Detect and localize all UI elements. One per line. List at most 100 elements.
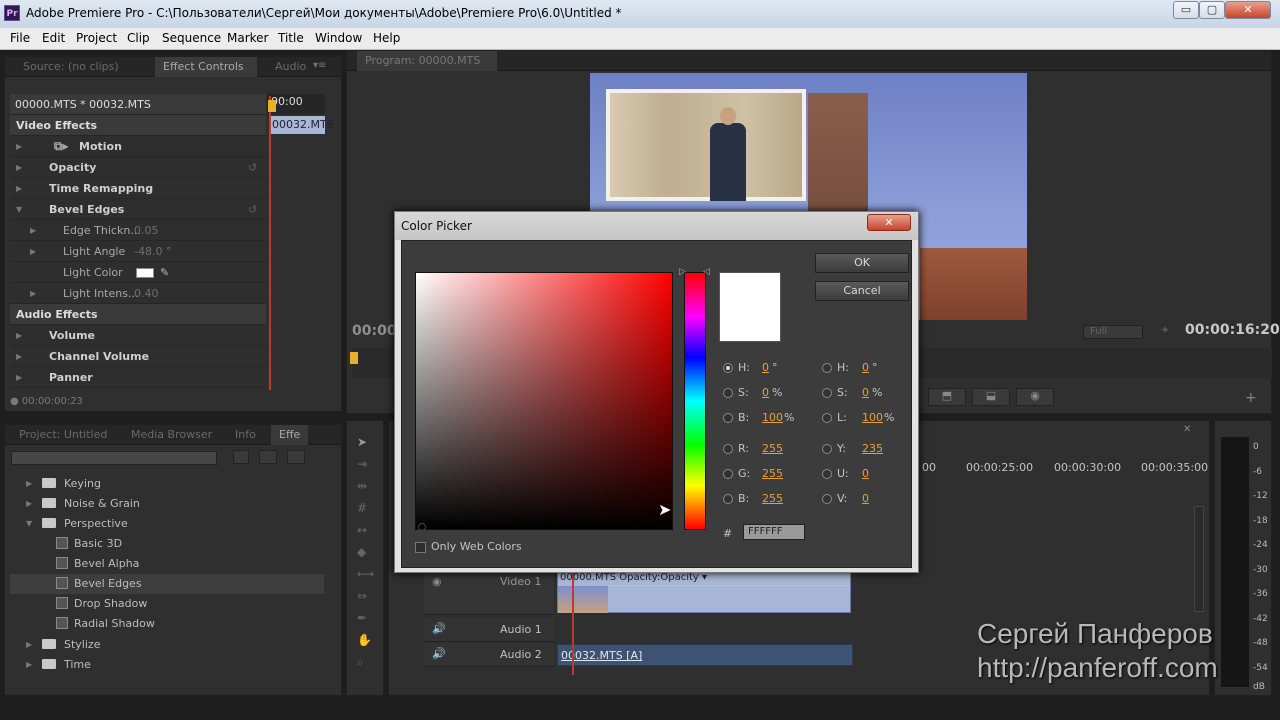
effect-item-drop-shadow[interactable]: Drop Shadow: [10, 594, 324, 614]
expand-triangle-icon[interactable]: ▶: [26, 474, 32, 494]
folder-noise-grain[interactable]: ▶ Noise & Grain: [10, 494, 324, 514]
hsb-b-value[interactable]: 100: [762, 411, 783, 424]
menu-clip[interactable]: Clip: [127, 31, 150, 45]
light-color-swatch[interactable]: [136, 268, 154, 278]
expand-triangle-icon[interactable]: ▶: [16, 346, 22, 367]
expand-triangle-icon[interactable]: ▶: [26, 494, 32, 514]
effect-row-motion[interactable]: ▶ ⧉▸ Motion: [10, 136, 266, 157]
tab-source[interactable]: Source: (no clips): [15, 57, 127, 77]
slip-tool-icon[interactable]: ⟷: [357, 567, 374, 581]
yuv-v-value[interactable]: 0: [862, 492, 869, 505]
expand-triangle-icon[interactable]: ▶: [30, 220, 36, 241]
radio-yuv-v[interactable]: [822, 494, 832, 504]
eye-toggle-icon[interactable]: ◉: [432, 575, 442, 588]
tab-audio[interactable]: Audio: [267, 57, 314, 77]
folder-perspective[interactable]: ▼ Perspective: [10, 514, 324, 534]
zoom-tool-icon[interactable]: ⌕: [357, 655, 364, 670]
track-header-video1[interactable]: ◉ Video 1: [424, 571, 554, 615]
radio-yuv-y[interactable]: [822, 444, 832, 454]
menu-window[interactable]: Window: [315, 31, 362, 45]
folder-time[interactable]: ▶ Time: [10, 655, 324, 675]
effect-row-channel-volume[interactable]: ▶ Channel Volume: [10, 346, 266, 367]
timeline-vertical-scrollbar[interactable]: [1194, 506, 1204, 612]
minimize-button[interactable]: ▭: [1173, 1, 1199, 19]
effect-item-radial-shadow[interactable]: Radial Shadow: [10, 614, 324, 634]
cancel-button[interactable]: Cancel: [815, 281, 909, 301]
web-colors-checkbox[interactable]: [415, 542, 426, 553]
hue-slider-right-arrow-icon[interactable]: ◁: [703, 267, 710, 277]
selection-tool-icon[interactable]: ➤: [357, 435, 367, 449]
expand-triangle-icon[interactable]: ▶: [16, 136, 22, 157]
opacity-rubberband[interactable]: [608, 585, 850, 586]
param-row-light-color[interactable]: Light Color ✎: [10, 262, 266, 283]
radio-hsb-s[interactable]: [723, 388, 733, 398]
menu-edit[interactable]: Edit: [42, 31, 65, 45]
hsl-l-value[interactable]: 100: [862, 411, 883, 424]
effect-row-bevel-edges[interactable]: ▼ Bevel Edges ↺: [10, 199, 266, 220]
add-button-icon[interactable]: +: [1245, 390, 1257, 406]
menu-marker[interactable]: Marker: [227, 31, 268, 45]
yuv-u-value[interactable]: 0: [862, 467, 869, 480]
track-header-audio1[interactable]: 🔊 Audio 1: [424, 618, 554, 642]
expand-triangle-icon[interactable]: ▶: [16, 157, 22, 178]
menu-project[interactable]: Project: [76, 31, 117, 45]
radio-hsl-l[interactable]: [822, 413, 832, 423]
param-value[interactable]: -48.0 °: [134, 241, 171, 262]
tab-project[interactable]: Project: Untitled: [11, 425, 115, 445]
speaker-toggle-icon[interactable]: 🔊: [432, 622, 446, 635]
expand-triangle-icon[interactable]: ▶: [16, 178, 22, 199]
expand-triangle-icon[interactable]: ▶: [26, 655, 32, 675]
param-value[interactable]: 0.05: [134, 220, 159, 241]
radio-rgb-b[interactable]: [723, 494, 733, 504]
reset-icon[interactable]: ↺: [248, 199, 257, 220]
effect-item-basic-3d[interactable]: Basic 3D: [10, 534, 324, 554]
effect-row-time-remapping[interactable]: ▶ Time Remapping: [10, 178, 266, 199]
panel-menu-icon[interactable]: ▾≡: [313, 60, 326, 71]
color-field-cursor[interactable]: [418, 523, 426, 531]
tab-info[interactable]: Info: [227, 425, 264, 445]
hsb-h-value[interactable]: 0: [762, 361, 769, 374]
speaker-toggle-icon[interactable]: 🔊: [432, 647, 446, 660]
collapse-triangle-icon[interactable]: ▼: [16, 199, 22, 220]
rgb-g-value[interactable]: 255: [762, 467, 783, 480]
lift-icon[interactable]: ⬒: [928, 388, 966, 406]
rgb-b-value[interactable]: 255: [762, 492, 783, 505]
tab-effects[interactable]: Effe: [271, 425, 309, 445]
program-time-left[interactable]: 00:00: [352, 323, 397, 339]
param-row-light-angle[interactable]: ▶ Light Angle -48.0 °: [10, 241, 266, 262]
tab-program[interactable]: Program: 00000.MTS: [357, 51, 497, 71]
radio-yuv-u[interactable]: [822, 469, 832, 479]
menu-sequence[interactable]: Sequence: [162, 31, 221, 45]
yuv-y-value[interactable]: 235: [862, 442, 883, 455]
param-row-light-intensity[interactable]: ▶ Light Intens... 0.40: [10, 283, 266, 304]
radio-rgb-g[interactable]: [723, 469, 733, 479]
eyedropper-icon[interactable]: ✎: [160, 262, 169, 283]
hue-slider[interactable]: [684, 272, 706, 530]
video-clip[interactable]: 00000.MTS Opacity:Opacity ▾: [557, 571, 851, 613]
close-window-button[interactable]: ✕: [1225, 1, 1271, 19]
effect-row-panner[interactable]: ▶ Panner: [10, 367, 266, 388]
hsl-s-value[interactable]: 0: [862, 386, 869, 399]
audio-clip[interactable]: 00032.MTS [A]: [557, 644, 853, 666]
effect-row-opacity[interactable]: ▶ Opacity ↺: [10, 157, 266, 178]
param-value[interactable]: 0.40: [134, 283, 159, 304]
menu-title[interactable]: Title: [278, 31, 304, 45]
expand-triangle-icon[interactable]: ▶: [30, 241, 36, 262]
current-time-readout[interactable]: ● 00:00:00:23: [10, 396, 83, 407]
ok-button[interactable]: OK: [815, 253, 909, 273]
track-select-tool-icon[interactable]: ⇥: [357, 457, 367, 471]
rolling-edit-tool-icon[interactable]: #: [357, 501, 367, 515]
timeline-ruler[interactable]: 00 00:00:25:00 00:00:30:00 00:00:35:00: [920, 456, 1208, 478]
reset-icon[interactable]: ↺: [248, 157, 257, 178]
effect-row-volume[interactable]: ▶ Volume: [10, 325, 266, 346]
param-row-edge-thickness[interactable]: ▶ Edge Thickn... 0.05: [10, 220, 266, 241]
hue-slider-left-arrow-icon[interactable]: ▷: [679, 267, 686, 277]
folder-keying[interactable]: ▶ Keying: [10, 474, 324, 494]
program-playhead-icon[interactable]: [350, 352, 358, 364]
hsb-s-value[interactable]: 0: [762, 386, 769, 399]
ripple-edit-tool-icon[interactable]: ⇹: [357, 479, 367, 493]
hex-input[interactable]: FFFFFF: [743, 524, 805, 540]
effect-item-bevel-edges[interactable]: Bevel Edges: [10, 574, 324, 594]
radio-hsl-h[interactable]: [822, 363, 832, 373]
menu-file[interactable]: File: [10, 31, 30, 45]
